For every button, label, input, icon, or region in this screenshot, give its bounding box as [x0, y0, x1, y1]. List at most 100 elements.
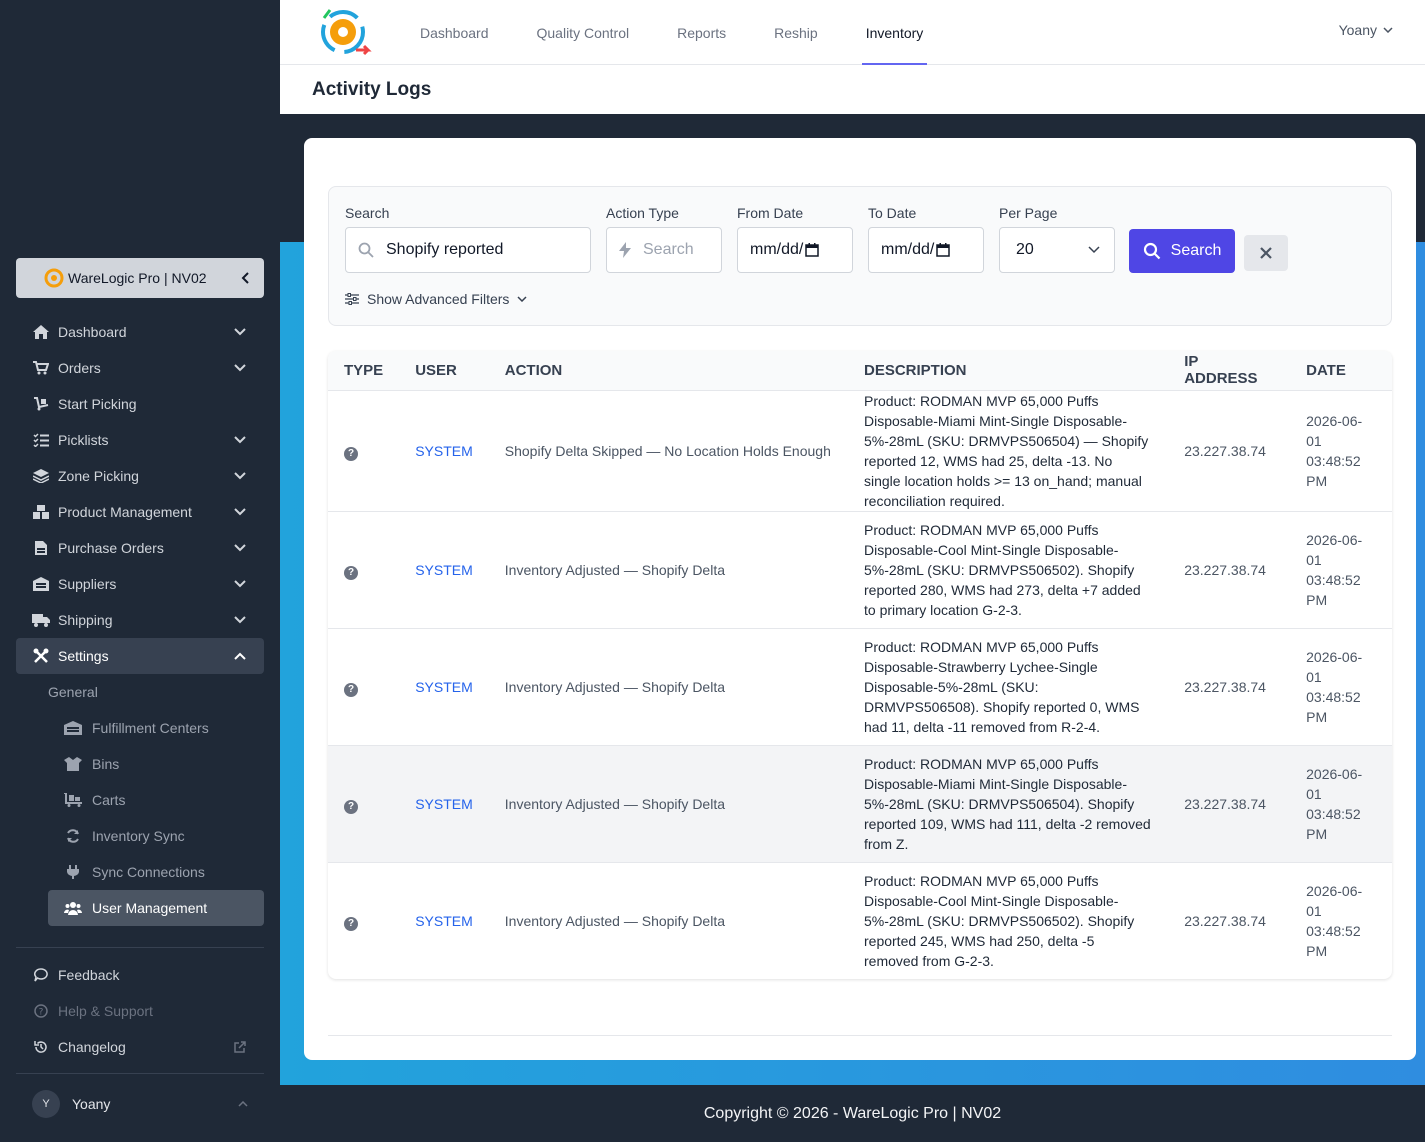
user-cell[interactable]: SYSTEM [399, 628, 489, 746]
action-cell: Inventory Adjusted — Shopify Delta [488, 628, 848, 746]
user-cell[interactable]: SYSTEM [399, 511, 489, 629]
sidebar-item-suppliers[interactable]: Suppliers [16, 566, 264, 602]
sidebar-item-settings[interactable]: Settings [16, 638, 264, 674]
chevron-down-icon[interactable] [232, 576, 248, 592]
chevron-down-icon[interactable] [232, 612, 248, 628]
search-input[interactable]: Shopify reported [345, 227, 591, 273]
type-cell: ? [328, 745, 400, 863]
sidebar-item-dashboard[interactable]: Dashboard [16, 314, 264, 350]
sliders-icon [345, 293, 359, 305]
sidebar-item-product-management[interactable]: Product Management [16, 494, 264, 530]
sidebar-item-carts[interactable]: Carts [48, 782, 264, 818]
type-cell: ? [328, 862, 399, 979]
from-date-input[interactable]: mm/dd/ [737, 227, 853, 273]
show-advanced-filters-toggle[interactable]: Show Advanced Filters [345, 291, 527, 307]
user-cell[interactable]: SYSTEM [399, 862, 489, 979]
column-header-action[interactable]: ACTION [488, 351, 848, 391]
boxes-icon [32, 505, 50, 519]
question-circle-icon: ? [32, 1004, 50, 1018]
table-row[interactable]: ? SYSTEM Inventory Adjusted — Shopify De… [328, 745, 1392, 863]
sidebar-item-shipping[interactable]: Shipping [16, 602, 264, 638]
warelogic-logo-icon[interactable] [316, 4, 374, 60]
chevron-down-icon[interactable] [232, 360, 248, 376]
bolt-icon [619, 242, 631, 258]
sidebar-item-start-picking[interactable]: Start Picking [16, 386, 264, 422]
sidebar-item-changelog[interactable]: Changelog [16, 1029, 264, 1065]
sidebar-item-help-support[interactable]: ? Help & Support [16, 993, 264, 1029]
workspace-switcher[interactable]: WareLogic Pro | NV02 [16, 258, 264, 298]
sidebar-item-picklists[interactable]: Picklists [16, 422, 264, 458]
svg-text:?: ? [39, 1008, 44, 1018]
top-navbar: Dashboard Quality Control Reports Reship… [280, 0, 1425, 65]
comment-icon [32, 968, 50, 982]
sidebar: WareLogic Pro | NV02 Dashboard Orders St… [0, 0, 280, 1142]
history-icon [32, 1040, 50, 1054]
question-circle-icon: ? [344, 446, 358, 461]
chevron-down-icon[interactable] [232, 432, 248, 448]
action-cell: Shopify Delta Skipped — No Location Hold… [488, 390, 848, 512]
search-button[interactable]: Search [1129, 229, 1235, 273]
cart-flatbed-icon [64, 793, 82, 807]
search-label: Search [345, 205, 390, 221]
top-tabs: Dashboard Quality Control Reports Reship… [396, 0, 947, 65]
user-cell[interactable]: SYSTEM [399, 390, 489, 512]
calendar-icon[interactable] [805, 243, 820, 257]
column-header-ip-address[interactable]: IP ADDRESS [1168, 351, 1291, 391]
sidebar-item-orders[interactable]: Orders [16, 350, 264, 386]
top-user-menu[interactable]: Yoany [1339, 22, 1393, 38]
tab-reports[interactable]: Reports [653, 0, 750, 65]
clear-filters-button[interactable] [1244, 235, 1288, 271]
date-cell: 2026-06-01 03:48:52 PM [1290, 745, 1392, 863]
column-header-user[interactable]: USER [399, 351, 489, 391]
column-header-type[interactable]: TYPE [328, 351, 400, 391]
users-icon [64, 901, 82, 915]
date-cell: 2026-06-01 03:48:52 PM [1290, 511, 1392, 629]
external-link-icon[interactable] [232, 1039, 248, 1055]
question-circle-icon: ? [344, 916, 358, 931]
column-header-description[interactable]: DESCRIPTION [848, 351, 1169, 391]
tab-dashboard[interactable]: Dashboard [396, 0, 513, 65]
sidebar-item-inventory-sync[interactable]: Inventory Sync [48, 818, 264, 854]
sidebar-item-fulfillment-centers[interactable]: Fulfillment Centers [48, 710, 264, 746]
search-icon [358, 242, 374, 258]
sidebar-item-zone-picking[interactable]: Zone Picking [16, 458, 264, 494]
sidebar-item-bins[interactable]: Bins [48, 746, 264, 782]
chevron-up-icon[interactable] [232, 648, 248, 664]
sidebar-divider [16, 947, 264, 948]
table-row[interactable]: ? SYSTEM Inventory Adjusted — Shopify De… [328, 511, 1392, 629]
chevron-down-icon[interactable] [232, 540, 248, 556]
chevron-down-icon[interactable] [232, 504, 248, 520]
calendar-icon[interactable] [936, 243, 951, 257]
table-row[interactable]: ? SYSTEM Inventory Adjusted — Shopify De… [328, 628, 1392, 746]
activity-logs-table: TYPE USER ACTION DESCRIPTION IP ADDRESS … [328, 351, 1392, 979]
sidebar-user-menu[interactable]: Y Yoany [16, 1086, 264, 1122]
per-page-select[interactable]: 20 [999, 227, 1115, 273]
sync-icon [64, 829, 82, 843]
sidebar-item-feedback[interactable]: Feedback [16, 957, 264, 993]
tab-quality-control[interactable]: Quality Control [513, 0, 654, 65]
truck-icon [32, 613, 50, 627]
table-row[interactable]: ? SYSTEM Inventory Adjusted — Shopify De… [328, 862, 1392, 979]
from-date-label: From Date [737, 205, 804, 221]
sidebar-item-sync-connections[interactable]: Sync Connections [48, 854, 264, 890]
action-type-input[interactable]: Search [606, 227, 722, 273]
to-date-input[interactable]: mm/dd/ [868, 227, 984, 273]
question-circle-icon: ? [344, 799, 358, 814]
chevron-down-icon[interactable] [232, 468, 248, 484]
column-header-date[interactable]: DATE [1290, 351, 1392, 391]
table-row[interactable]: ? SYSTEM Shopify Delta Skipped — No Loca… [328, 390, 1392, 512]
workspace-name: WareLogic Pro | NV02 [68, 270, 207, 286]
ip-address-cell: 23.227.38.74 [1168, 511, 1291, 629]
date-cell: 2026-06-01 03:48:52 PM [1306, 882, 1363, 959]
chevron-left-icon[interactable] [240, 272, 252, 284]
action-type-field: Action Type Search [606, 205, 722, 273]
to-date-label: To Date [868, 205, 917, 221]
sidebar-item-user-management[interactable]: User Management [48, 890, 264, 926]
tab-reship[interactable]: Reship [750, 0, 842, 65]
sidebar-item-purchase-orders[interactable]: Purchase Orders [16, 530, 264, 566]
chevron-down-icon[interactable] [232, 324, 248, 340]
user-cell[interactable]: SYSTEM [399, 745, 489, 863]
chevron-up-icon[interactable] [238, 1101, 248, 1107]
tab-inventory[interactable]: Inventory [842, 0, 948, 65]
tools-icon [32, 648, 50, 664]
